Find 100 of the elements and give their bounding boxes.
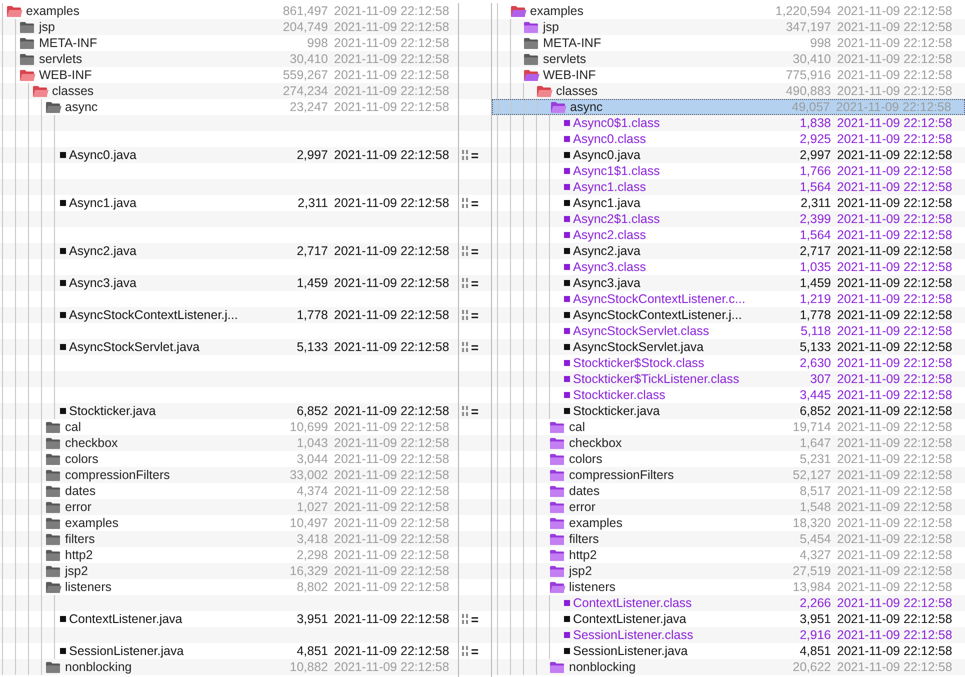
folder-name[interactable]: classes [52, 84, 94, 98]
folder-name[interactable]: async [570, 100, 603, 114]
file-name[interactable]: Async0.java [573, 148, 640, 162]
file-row[interactable]: Async0$1.class 1,838 2021-11-09 22:12:58 [492, 115, 965, 131]
folder-name[interactable]: async [65, 100, 98, 114]
file-row[interactable]: Async3.java 1,459 2021-11-09 22:12:58 [492, 275, 965, 291]
folder-name[interactable]: META-INF [543, 36, 602, 50]
file-row[interactable] [0, 595, 458, 611]
file-row[interactable]: servlets 30,410 2021-11-09 22:12:58 [0, 51, 458, 67]
file-row[interactable] [0, 179, 458, 195]
file-row[interactable]: servlets 30,410 2021-11-09 22:12:58 [492, 51, 965, 67]
file-name[interactable]: ContextListener.class [573, 596, 692, 610]
file-name[interactable]: SessionListener.class [573, 628, 694, 642]
folder-name[interactable]: error [569, 500, 596, 514]
folder-name[interactable]: servlets [39, 52, 82, 66]
file-name[interactable]: Async2.class [573, 228, 646, 242]
file-row[interactable]: Stockticker.java 6,852 2021-11-09 22:12:58 [492, 403, 965, 419]
file-row[interactable]: checkbox 1,043 2021-11-09 22:12:58 [0, 435, 458, 451]
folder-name[interactable]: cal [569, 420, 585, 434]
folder-name[interactable]: dates [569, 484, 600, 498]
file-row[interactable]: jsp 347,197 2021-11-09 22:12:58 [492, 19, 965, 35]
file-name[interactable]: Async0.class [573, 132, 646, 146]
file-row[interactable]: classes 490,883 2021-11-09 22:12:58 [492, 83, 965, 99]
file-name[interactable]: ContextListener.java [69, 612, 182, 626]
folder-name[interactable]: nonblocking [65, 660, 132, 674]
file-row[interactable]: classes 274,234 2021-11-09 22:12:58 [0, 83, 458, 99]
folder-name[interactable]: cal [65, 420, 81, 434]
file-name[interactable]: AsyncStockContextListener.j... [573, 308, 742, 322]
folder-name[interactable]: examples [569, 516, 622, 530]
file-row[interactable]: jsp2 27,519 2021-11-09 22:12:58 [492, 563, 965, 579]
folder-name[interactable]: filters [65, 532, 95, 546]
file-row[interactable]: Stockticker$TickListener.class 307 2021-11-09 22:12:58 [492, 371, 965, 387]
file-row[interactable]: nonblocking 10,882 2021-11-09 22:12:58 [0, 659, 458, 675]
file-row[interactable]: Async2.java 2,717 2021-11-09 22:12:58 [0, 243, 458, 259]
folder-name[interactable]: examples [26, 4, 80, 18]
file-name[interactable]: Async1.java [69, 196, 136, 210]
file-row[interactable]: jsp2 16,329 2021-11-09 22:12:58 [0, 563, 458, 579]
file-row[interactable]: Async3.java 1,459 2021-11-09 22:12:58 [0, 275, 458, 291]
file-name[interactable]: Async2.java [573, 244, 640, 258]
file-row[interactable]: Async2.java 2,717 2021-11-09 22:12:58 [492, 243, 965, 259]
file-name[interactable]: Async1.java [573, 196, 640, 210]
file-name[interactable]: Stockticker$Stock.class [573, 356, 704, 370]
folder-name[interactable]: jsp2 [65, 564, 88, 578]
file-name[interactable]: Async0$1.class [573, 116, 660, 130]
file-name[interactable]: Async2$1.class [573, 212, 660, 226]
folder-name[interactable]: WEB-INF [39, 68, 92, 82]
file-row[interactable]: filters 5,454 2021-11-09 22:12:58 [492, 531, 965, 547]
file-name[interactable]: Async1.class [573, 180, 646, 194]
folder-name[interactable]: jsp [39, 20, 55, 34]
file-row[interactable]: Async0.java 2,997 2021-11-09 22:12:58 [492, 147, 965, 163]
folder-name[interactable]: filters [569, 532, 599, 546]
folder-name[interactable]: listeners [65, 580, 112, 594]
file-row[interactable]: compressionFilters 33,002 2021-11-09 22:12:58 [0, 467, 458, 483]
file-name[interactable]: Async1$1.class [573, 164, 660, 178]
file-name[interactable]: AsyncStockServlet.java [69, 340, 200, 354]
folder-name[interactable]: checkbox [65, 436, 118, 450]
file-name[interactable]: SessionListener.java [69, 644, 184, 658]
file-name[interactable]: Async0.java [69, 148, 136, 162]
folder-name[interactable]: colors [65, 452, 98, 466]
folder-name[interactable]: dates [65, 484, 96, 498]
folder-name[interactable]: colors [569, 452, 602, 466]
folder-name[interactable]: classes [556, 84, 598, 98]
file-row[interactable]: AsyncStockContextListener.j... 1,778 2021-11-09 22:12:58 [492, 307, 965, 323]
folder-name[interactable]: checkbox [569, 436, 622, 450]
file-row[interactable]: filters 3,418 2021-11-09 22:12:58 [0, 531, 458, 547]
folder-name[interactable]: examples [65, 516, 118, 530]
file-row[interactable]: Async1.class 1,564 2021-11-09 22:12:58 [492, 179, 965, 195]
file-row[interactable]: ContextListener.class 2,266 2021-11-09 22:12:58 [492, 595, 965, 611]
folder-name[interactable]: nonblocking [569, 660, 636, 674]
file-name[interactable]: AsyncStockContextListener.c... [573, 292, 746, 306]
file-name[interactable]: SessionListener.java [573, 644, 688, 658]
file-row[interactable] [0, 211, 458, 227]
folder-name[interactable]: META-INF [39, 36, 98, 50]
file-row[interactable] [0, 371, 458, 387]
file-name[interactable]: Stockticker.java [69, 404, 156, 418]
file-row[interactable]: AsyncStockServlet.java 5,133 2021-11-09 22:12:58 [492, 339, 965, 355]
file-name[interactable]: Stockticker.java [573, 404, 660, 418]
file-row[interactable]: error 1,548 2021-11-09 22:12:58 [492, 499, 965, 515]
file-row[interactable]: nonblocking 20,622 2021-11-09 22:12:58 [492, 659, 965, 675]
file-row[interactable]: jsp 204,749 2021-11-09 22:12:58 [0, 19, 458, 35]
folder-name[interactable]: jsp [543, 20, 559, 34]
file-name[interactable]: Async2.java [69, 244, 136, 258]
folder-name[interactable]: listeners [569, 580, 616, 594]
file-name[interactable]: Async3.class [573, 260, 646, 274]
file-name[interactable]: Stockticker$TickListener.class [573, 372, 740, 386]
file-row[interactable]: error 1,027 2021-11-09 22:12:58 [0, 499, 458, 515]
file-name[interactable]: AsyncStockContextListener.j... [69, 308, 238, 322]
folder-name[interactable]: error [65, 500, 92, 514]
file-row[interactable]: compressionFilters 52,127 2021-11-09 22:12:58 [492, 467, 965, 483]
file-name[interactable]: Stockticker.class [573, 388, 666, 402]
folder-name[interactable]: jsp2 [569, 564, 592, 578]
folder-name[interactable]: http2 [569, 548, 597, 562]
file-row[interactable] [0, 627, 458, 643]
file-row[interactable]: checkbox 1,647 2021-11-09 22:12:58 [492, 435, 965, 451]
folder-name[interactable]: servlets [543, 52, 586, 66]
file-row[interactable]: Stockticker.java 6,852 2021-11-09 22:12:58 [0, 403, 458, 419]
folder-name[interactable]: http2 [65, 548, 93, 562]
file-row[interactable]: AsyncStockContextListener.j... 1,778 2021-11-09 22:12:58 [0, 307, 458, 323]
file-row[interactable]: SessionListener.class 2,916 2021-11-09 22:12:58 [492, 627, 965, 643]
file-row[interactable]: Async2$1.class 2,399 2021-11-09 22:12:58 [492, 211, 965, 227]
